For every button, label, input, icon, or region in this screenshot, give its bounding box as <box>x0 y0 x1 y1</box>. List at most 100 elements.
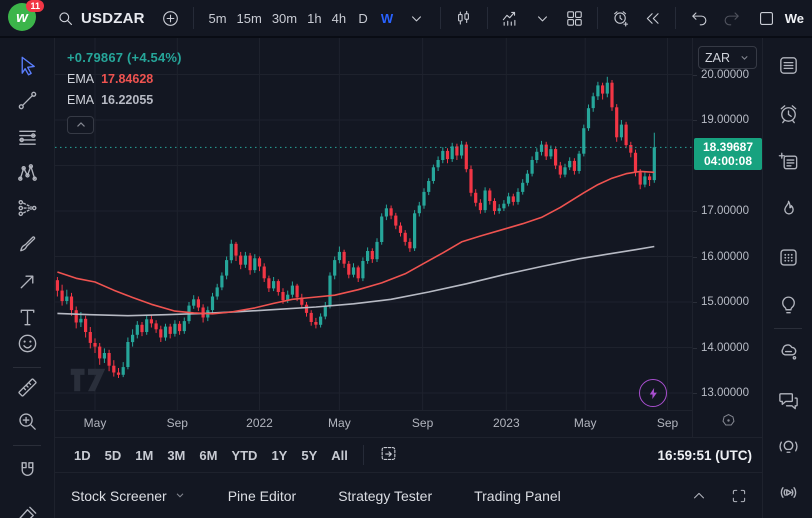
panel-tab-strategy-tester[interactable]: Strategy Tester <box>338 488 432 504</box>
xabcd-pattern-tool-button[interactable] <box>10 155 44 189</box>
time-axis-label: Sep <box>646 416 690 430</box>
chat-icon <box>777 389 800 412</box>
fullscreen-frame-button[interactable] <box>753 4 781 32</box>
toolbar-divider <box>13 445 41 446</box>
minds-tool-button[interactable] <box>770 334 806 370</box>
utc-clock[interactable]: 16:59:51 (UTC) <box>657 448 752 463</box>
calendar-tool-button[interactable] <box>770 239 806 275</box>
forecast-tool-button[interactable] <box>10 191 44 225</box>
interval-button-15m[interactable]: 15m <box>232 4 267 32</box>
trend-line-tool-button[interactable] <box>10 83 44 117</box>
chat-tool-button[interactable] <box>770 382 806 418</box>
range-button-6M[interactable]: 6M <box>192 444 224 467</box>
notification-badge: 11 <box>26 0 44 12</box>
symbol-search-button[interactable]: USDZAR <box>48 6 153 31</box>
magnet-icon <box>16 459 39 482</box>
magnet-tool-button[interactable] <box>10 453 44 487</box>
panel-tab-stock-screener[interactable]: Stock Screener <box>71 488 186 504</box>
add-symbol-button[interactable] <box>157 4 185 32</box>
range-button-YTD[interactable]: YTD <box>224 444 264 467</box>
interval-button-4h[interactable]: 4h <box>327 4 351 32</box>
live-ideas-tool-button[interactable] <box>770 428 806 464</box>
zoom-in-icon <box>16 410 39 433</box>
interval-button-D[interactable]: D <box>351 4 375 32</box>
bar-replay-button[interactable] <box>639 4 667 32</box>
replay-icon <box>643 9 662 28</box>
undo-button[interactable] <box>685 4 713 32</box>
arrow-marker-tool-button[interactable] <box>10 264 44 298</box>
price-axis-label: 14.00000 <box>701 341 749 355</box>
fib-retracement-tool-button[interactable] <box>10 120 44 154</box>
time-axis[interactable]: MaySep2022MaySep2023MaySep <box>55 410 692 437</box>
panel-tab-pine-editor[interactable]: Pine Editor <box>228 488 296 504</box>
interval-button-30m[interactable]: 30m <box>267 4 302 32</box>
panel-tab-label: Trading Panel <box>474 488 561 504</box>
chevron-up-icon <box>690 487 708 505</box>
range-button-5Y[interactable]: 5Y <box>294 444 324 467</box>
last-price-tag[interactable]: 18.39687 04:00:08 <box>694 138 762 170</box>
ruler-tool-button[interactable] <box>10 370 44 404</box>
streams-tool-button[interactable] <box>770 474 806 510</box>
interval-button-5m[interactable]: 5m <box>203 4 231 32</box>
panel-tab-trading-panel[interactable]: Trading Panel <box>474 488 561 504</box>
redo-button[interactable] <box>717 4 745 32</box>
brand-logo[interactable]: w 11 <box>8 3 38 33</box>
range-button-1D[interactable]: 1D <box>67 444 98 467</box>
price-scale-settings-button[interactable] <box>717 409 739 431</box>
watchlist-icon <box>777 54 800 77</box>
legend-collapse-button[interactable] <box>67 116 94 134</box>
go-to-date-button[interactable] <box>372 440 405 470</box>
time-axis-label: May <box>317 416 361 430</box>
alerts-tool-button[interactable] <box>770 95 806 131</box>
range-button-1Y[interactable]: 1Y <box>264 444 294 467</box>
cursor-tool-button[interactable] <box>10 48 44 82</box>
pencil-tool-button[interactable] <box>10 498 44 518</box>
interval-button-1h[interactable]: 1h <box>302 4 326 32</box>
panel-tab-label: Pine Editor <box>228 488 296 504</box>
emoji-tool-button[interactable] <box>10 326 44 360</box>
trading-app: w 11 USDZAR 5m15m30m1h4hDW <box>0 0 812 518</box>
chart-pane[interactable]: +0.79867 (+4.54%) EMA17.84628 EMA16.2205… <box>55 38 692 410</box>
ideas-tool-button[interactable] <box>770 287 806 323</box>
range-button-1M[interactable]: 1M <box>128 444 160 467</box>
layout-grid-icon <box>565 9 584 28</box>
price-change-text: +0.79867 (+4.54%) <box>67 50 182 65</box>
cursor-icon <box>16 54 39 77</box>
hotlist-tool-button[interactable] <box>770 191 806 227</box>
journal-tool-button[interactable] <box>770 143 806 179</box>
toolbar-divider <box>440 7 441 29</box>
indicator-templates-button[interactable] <box>528 4 556 32</box>
price-axis-label: 19.00000 <box>701 113 749 127</box>
interval-button-W[interactable]: W <box>375 4 399 32</box>
watchlist-tool-button[interactable] <box>770 47 806 83</box>
interval-dropdown-button[interactable] <box>403 4 431 32</box>
currency-unit-button[interactable]: ZAR <box>698 46 757 69</box>
live-ideas-icon <box>777 435 800 458</box>
brush-tool-button[interactable] <box>10 226 44 260</box>
indicator-row-ema-fast[interactable]: EMA17.84628 <box>67 72 182 86</box>
search-icon <box>56 9 75 28</box>
indicator-row-ema-slow[interactable]: EMA16.22055 <box>67 93 182 107</box>
zoom-in-tool-button[interactable] <box>10 404 44 438</box>
frame-icon <box>757 9 776 28</box>
price-axis-label: 15.00000 <box>701 295 749 309</box>
price-axis-label: 16.00000 <box>701 250 749 264</box>
expand-panel-button[interactable] <box>690 487 708 505</box>
symbol-name: USDZAR <box>81 10 145 27</box>
create-alert-button[interactable] <box>607 4 635 32</box>
right-sidebar <box>762 38 812 518</box>
layout-button[interactable] <box>560 4 588 32</box>
range-button-All[interactable]: All <box>324 444 355 467</box>
range-button-5D[interactable]: 5D <box>98 444 129 467</box>
maximize-panel-button[interactable] <box>730 487 748 505</box>
price-axis[interactable]: 20.0000019.0000017.0000016.0000015.00000… <box>692 38 762 437</box>
account-label[interactable]: We <box>785 11 804 26</box>
indicators-button[interactable] <box>497 4 525 32</box>
quick-action-flash-button[interactable] <box>639 379 667 407</box>
goto-date-icon <box>379 444 398 463</box>
brush-icon <box>16 232 39 255</box>
chart-style-button[interactable] <box>450 4 478 32</box>
range-button-3M[interactable]: 3M <box>160 444 192 467</box>
price-axis-label: 20.00000 <box>701 68 749 82</box>
toolbar-divider <box>193 7 194 29</box>
